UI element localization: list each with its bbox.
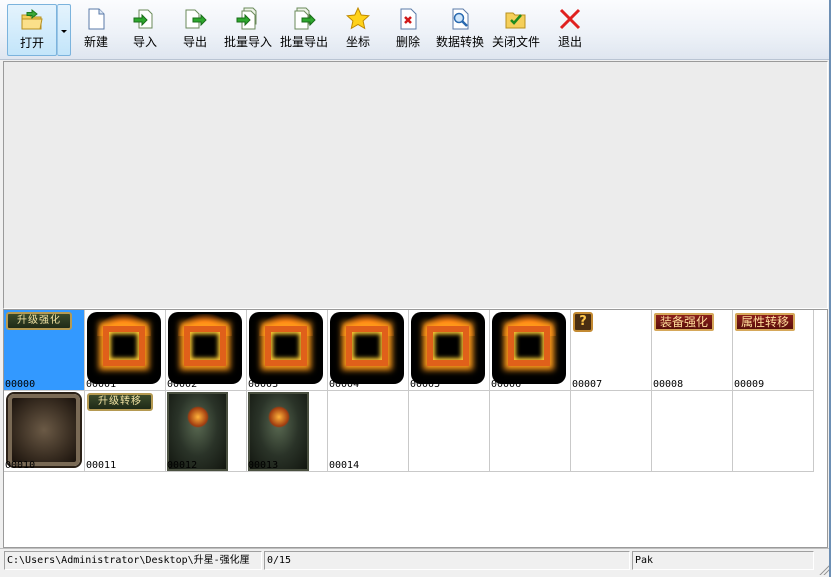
new-button[interactable]: 新建 (82, 4, 110, 56)
grid-cell-00012[interactable]: 00012 (166, 391, 247, 472)
grid-cell-00010[interactable]: 00010 (4, 391, 85, 472)
grid-cell-empty (409, 391, 490, 472)
chevron-down-icon (61, 29, 67, 33)
fire-frame-thumbnail (87, 312, 161, 384)
delete-file-icon (400, 8, 417, 30)
cell-label: 00001 (86, 379, 117, 390)
cell-label: 00004 (329, 379, 360, 390)
stone-frame-thumbnail (8, 394, 80, 466)
grid-cell-empty (733, 391, 814, 472)
star-icon (346, 6, 370, 30)
grid-cell-00007[interactable]: ? 00007 (571, 310, 652, 391)
open-folder-icon (21, 8, 43, 30)
delete-button[interactable]: 删除 (394, 4, 422, 56)
batch-import-label: 批量导入 (224, 35, 273, 49)
grid-cell-empty (490, 391, 571, 472)
export-label: 导出 (182, 35, 207, 49)
toolbar: 打开 新建 导入 导出 批量导入 批量导出 坐标 删除 数据转换 关闭文件 退出 (0, 0, 831, 60)
cell-label: 00009 (734, 379, 765, 390)
cell-label: 00006 (491, 379, 522, 390)
cell-label: 00012 (167, 460, 198, 471)
export-icon (185, 9, 207, 29)
import-button[interactable]: 导入 (131, 4, 159, 56)
grid-cell-00006[interactable]: 00006 (490, 310, 571, 391)
import-icon (133, 9, 153, 29)
grid-cell-00005[interactable]: 00005 (409, 310, 490, 391)
batch-import-icon (236, 7, 257, 30)
coords-button[interactable]: 坐标 (344, 4, 372, 56)
open-button[interactable]: 打开 (7, 4, 57, 56)
grid-cell-00003[interactable]: 00003 (247, 310, 328, 391)
fire-frame-thumbnail (168, 312, 242, 384)
cell-label: 00005 (410, 379, 441, 390)
cell-label: 00002 (167, 379, 198, 390)
convert-search-icon (452, 8, 469, 30)
batch-export-button[interactable]: 批量导出 (280, 4, 328, 56)
status-bar: C:\Users\Administrator\Desktop\升星-强化厘 0/… (0, 548, 831, 577)
grid-cell-empty (571, 391, 652, 472)
grid-cell-00009[interactable]: 属性转移 00009 (733, 310, 814, 391)
fire-frame-thumbnail (411, 312, 485, 384)
close-file-label: 关闭文件 (492, 35, 541, 49)
batch-import-button[interactable]: 批量导入 (224, 4, 272, 56)
banner-thumbnail: 升级强化 (6, 312, 72, 330)
thumbnail-grid[interactable]: 升级强化 00000 00001 00002 00003 00004 00005… (3, 309, 828, 548)
exit-button[interactable]: 退出 (556, 4, 584, 56)
image-preview-panel (3, 61, 828, 309)
grid-cell-00008[interactable]: 装备强化 00008 (652, 310, 733, 391)
question-icon: ? (573, 312, 593, 332)
new-label: 新建 (83, 35, 108, 49)
close-file-folder-icon (505, 12, 526, 29)
fire-frame-thumbnail (492, 312, 566, 384)
open-dropdown-button[interactable] (57, 4, 71, 56)
open-label: 打开 (19, 36, 44, 50)
grid-cell-00011[interactable]: 升级转移 00011 (85, 391, 166, 472)
banner-thumbnail: 升级转移 (87, 393, 153, 411)
grid-cell-00001[interactable]: 00001 (85, 310, 166, 391)
convert-button[interactable]: 数据转换 (436, 4, 484, 56)
grid-cell-00002[interactable]: 00002 (166, 310, 247, 391)
grid-cell-00013[interactable]: 00013 (247, 391, 328, 472)
exit-label: 退出 (557, 35, 582, 49)
export-button[interactable]: 导出 (181, 4, 209, 56)
resize-grip-icon[interactable] (817, 563, 829, 575)
status-format: Pak (632, 551, 814, 570)
cell-label: 00008 (653, 379, 684, 390)
fire-frame-thumbnail (249, 312, 323, 384)
grid-cell-00000[interactable]: 升级强化 00000 (4, 310, 85, 391)
status-item-count: 0/15 (264, 551, 630, 570)
new-file-icon (88, 8, 105, 30)
import-label: 导入 (132, 35, 157, 49)
cell-label: 00000 (5, 379, 36, 390)
coords-label: 坐标 (345, 35, 370, 49)
status-file-path: C:\Users\Administrator\Desktop\升星-强化厘 (4, 551, 262, 570)
cell-label: 00014 (329, 460, 360, 471)
cell-label: 00010 (5, 460, 36, 471)
fire-frame-thumbnail (330, 312, 404, 384)
batch-export-label: 批量导出 (280, 35, 329, 49)
grid-cell-empty (652, 391, 733, 472)
grid-cell-00014[interactable]: 00014 (328, 391, 409, 472)
cell-label: 00011 (86, 460, 117, 471)
text-button-thumbnail: 属性转移 (735, 313, 796, 331)
convert-label: 数据转换 (436, 35, 485, 49)
cell-label: 00013 (248, 460, 279, 471)
close-icon (559, 8, 581, 30)
grid-cell-00004[interactable]: 00004 (328, 310, 409, 391)
delete-label: 删除 (395, 35, 420, 49)
cell-label: 00003 (248, 379, 279, 390)
cell-label: 00007 (572, 379, 603, 390)
text-button-thumbnail: 装备强化 (654, 313, 715, 331)
close-file-button[interactable]: 关闭文件 (492, 4, 540, 56)
batch-export-icon (294, 7, 316, 30)
